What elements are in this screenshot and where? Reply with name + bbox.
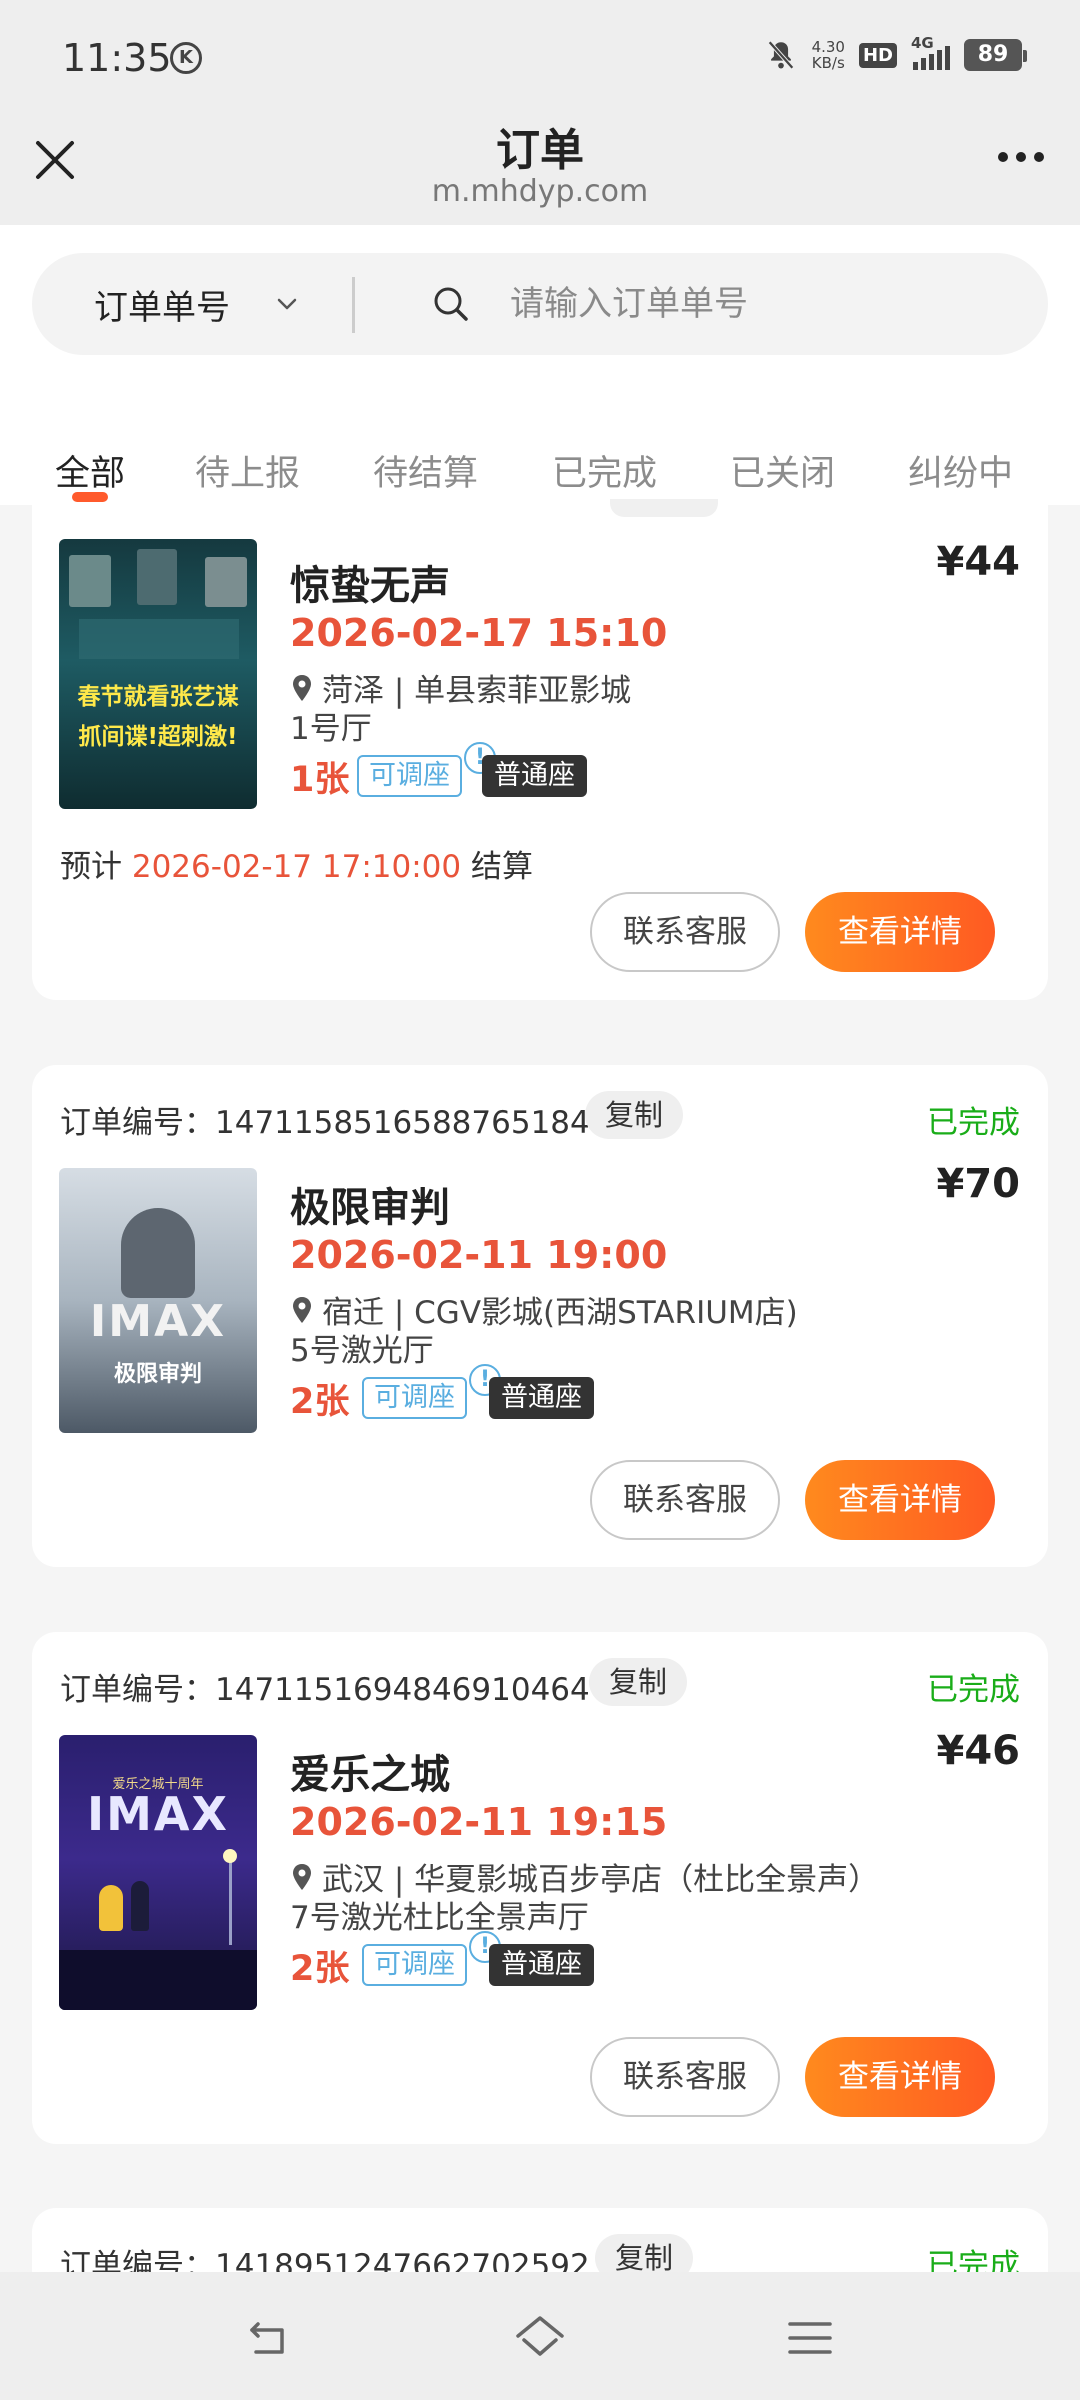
search-divider: [352, 277, 355, 333]
net-speed-value: 4.30: [811, 38, 845, 56]
tab-pending-settlement[interactable]: 待结算: [373, 445, 478, 496]
order-card: 订单编号：1471151694846910464 复制 已完成 爱乐之城十周年 …: [32, 1632, 1048, 2144]
status-badge: 已完成: [927, 1105, 1020, 1141]
contact-service-button[interactable]: 联系客服: [590, 892, 780, 972]
adjustable-seat-tag: 可调座: [362, 1377, 467, 1419]
status-bar: 11:35 K 4.30 KB/s HD 4G 89: [0, 0, 1080, 110]
search-type-select[interactable]: 订单单号: [94, 280, 230, 329]
settle-time: 2026-02-17 17:10:00: [131, 849, 462, 885]
seat-type-tag: 普通座: [489, 1377, 594, 1419]
order-price: ¥46: [936, 1728, 1021, 1774]
more-icon[interactable]: [998, 152, 1044, 162]
movie-title: 极限审判: [290, 1185, 450, 1231]
search-area: 订单单号 全部 待上报 待结算 已完成 已关闭 纠纷中: [0, 225, 1080, 505]
tab-dispute[interactable]: 纠纷中: [908, 445, 1013, 496]
copy-button[interactable]: 复制: [589, 1658, 688, 1706]
ticket-count: 2张: [290, 1949, 350, 1989]
order-card: 春节就看张艺谋 抓间谍!超刺激! 惊蛰无声 ¥44 2026-02-17 15:…: [32, 499, 1048, 1000]
poster-title: 极限审判: [113, 1362, 202, 1387]
order-tabs: 全部 待上报 待结算 已完成 已关闭 纠纷中: [0, 415, 1080, 505]
battery-icon: 89: [964, 39, 1027, 71]
movie-poster[interactable]: 春节就看张艺谋 抓间谍!超刺激!: [59, 539, 257, 809]
back-icon[interactable]: [242, 2310, 298, 2366]
movie-poster[interactable]: 爱乐之城十周年 IMAX: [59, 1735, 257, 2010]
adjustable-seat-tag: 可调座: [362, 1944, 467, 1986]
contact-service-button[interactable]: 联系客服: [590, 2037, 780, 2117]
tab-closed[interactable]: 已关闭: [730, 445, 835, 496]
hd-badge: HD: [858, 42, 897, 68]
active-tab-indicator: [72, 492, 108, 502]
order-number: 订单编号：1471158516588765184: [60, 1097, 590, 1142]
tab-all[interactable]: 全部: [55, 445, 125, 496]
order-number-label: 订单编号：: [60, 1105, 215, 1141]
mute-bell-icon: [767, 40, 794, 70]
k-app-icon: K: [170, 42, 202, 74]
page-url: m.mhdyp.com: [431, 174, 649, 209]
home-icon[interactable]: [512, 2310, 568, 2366]
location-pin-icon: [293, 1296, 311, 1323]
copy-button[interactable]: 复制: [585, 1091, 684, 1139]
battery-level: 89: [977, 42, 1009, 67]
order-number-value: 1471151694846910464: [215, 1672, 590, 1708]
view-details-button[interactable]: 查看详情: [805, 1460, 995, 1540]
contact-service-button[interactable]: 联系客服: [590, 1460, 780, 1540]
page-title: 订单: [496, 125, 584, 176]
order-card: 订单编号：1471158516588765184 复制 已完成 IMAX 极限审…: [32, 1065, 1048, 1567]
movie-poster[interactable]: IMAX 极限审判: [59, 1168, 257, 1433]
search-icon: [434, 287, 468, 321]
chevron-down-icon[interactable]: [270, 287, 304, 321]
hall-name: 7号激光杜比全景声厅: [290, 1900, 589, 1936]
location-pin-icon: [293, 674, 311, 701]
settle-suffix: 结算: [470, 849, 533, 885]
hall-name: 1号厅: [290, 711, 372, 747]
poster-imax: IMAX: [89, 1296, 227, 1347]
hall-name: 5号激光厅: [290, 1333, 434, 1369]
order-number: 订单编号：1471151694846910464: [60, 1664, 590, 1709]
net-speed: 4.30 KB/s: [812, 39, 845, 71]
status-time: 11:35: [62, 36, 172, 80]
poster-slogan: 春节就看张艺谋 抓间谍!超刺激!: [77, 684, 239, 750]
tab-completed[interactable]: 已完成: [552, 445, 657, 496]
ticket-count: 2张: [290, 1382, 350, 1422]
showtime: 2026-02-11 19:00: [290, 1233, 668, 1277]
ticket-count: 1张: [290, 760, 350, 800]
network-type: 4G: [911, 34, 934, 52]
seat-type-tag: 普通座: [482, 755, 587, 797]
order-search-input[interactable]: [510, 275, 1010, 333]
seat-type-tag: 普通座: [489, 1944, 594, 1986]
showtime: 2026-02-11 19:15: [290, 1800, 668, 1844]
view-details-button[interactable]: 查看详情: [805, 892, 995, 972]
order-number-value: 1471158516588765184: [215, 1105, 590, 1141]
movie-title: 惊蛰无声: [290, 563, 450, 609]
view-details-button[interactable]: 查看详情: [805, 2037, 995, 2117]
order-price: ¥70: [936, 1161, 1021, 1207]
showtime: 2026-02-17 15:10: [290, 611, 668, 655]
signal-icon: 4G: [911, 34, 950, 70]
net-speed-unit: KB/s: [811, 54, 845, 72]
search-bar: 订单单号: [32, 253, 1048, 355]
system-nav-bar: [0, 2272, 1080, 2400]
location-pin-icon: [293, 1863, 311, 1890]
order-number-label: 订单编号：: [60, 1672, 215, 1708]
browser-header: 订单 m.mhdyp.com: [0, 110, 1080, 225]
adjustable-seat-tag: 可调座: [357, 755, 462, 797]
movie-title: 爱乐之城: [290, 1752, 450, 1798]
tab-pending-report[interactable]: 待上报: [195, 445, 300, 496]
poster-imax: IMAX: [87, 1787, 229, 1841]
status-badge: 已完成: [927, 1672, 1020, 1708]
settlement-estimate: 预计 2026-02-17 17:10:00 结算: [60, 841, 533, 886]
order-price: ¥44: [936, 539, 1021, 585]
settle-prefix: 预计: [60, 849, 122, 885]
menu-icon[interactable]: [782, 2310, 838, 2366]
